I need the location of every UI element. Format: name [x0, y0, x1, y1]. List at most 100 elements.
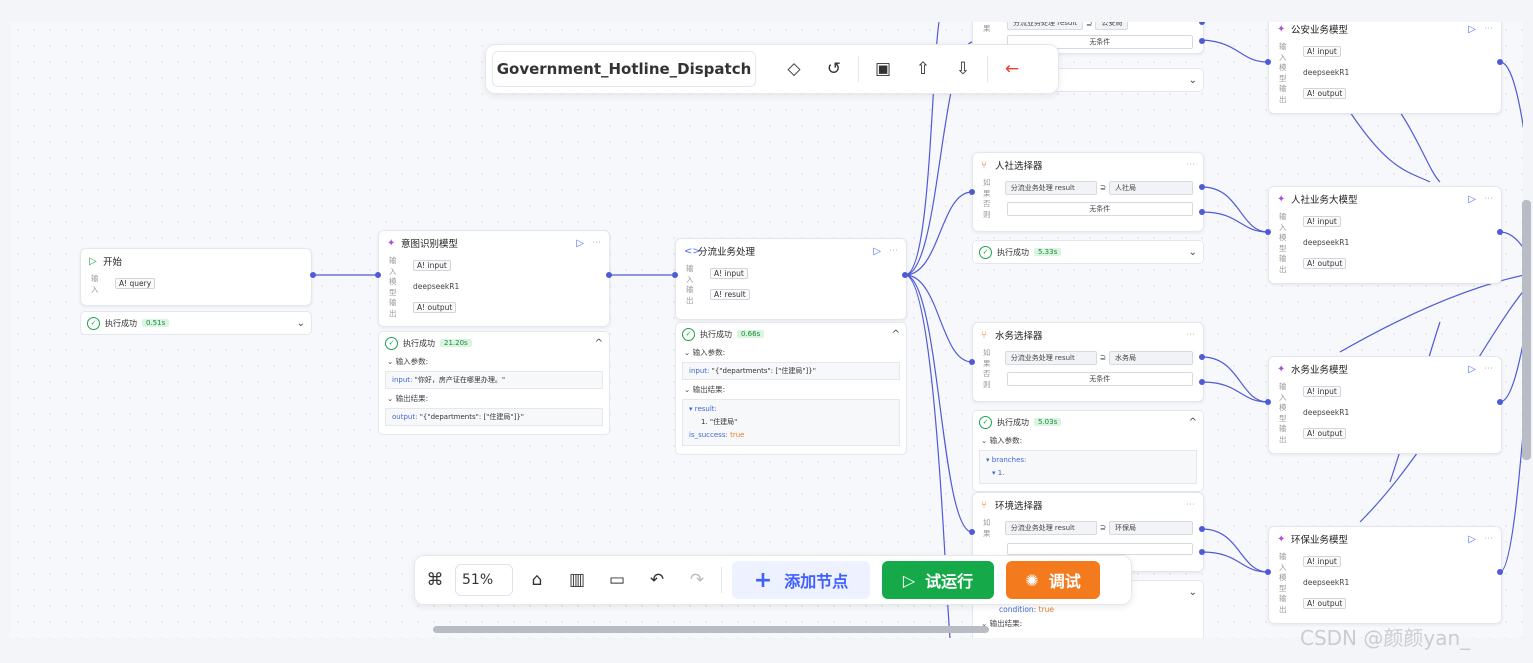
input-port[interactable] [1265, 59, 1271, 65]
output-port[interactable] [1199, 184, 1205, 190]
output-port[interactable] [1199, 354, 1205, 360]
output-port[interactable] [1199, 379, 1205, 385]
branch-icon: ⑂ [981, 329, 987, 341]
more-icon[interactable]: ⋯ [1484, 24, 1493, 34]
if-label: 如果 [983, 177, 991, 198]
water-selector-status[interactable]: ✓ 执行成功 5.03s ^ ⌄ 输入参数: ▾ branches: ▾ 1. [972, 410, 1204, 492]
condition-right[interactable]: 环保局 [1109, 520, 1193, 535]
dispatch-node[interactable]: <> 分流业务处理 ▷ ⋯ 输入 A! input 输出 A! result [675, 238, 907, 320]
output-port[interactable] [1199, 526, 1205, 532]
chevron-down-icon[interactable]: ⌄ [297, 318, 305, 329]
workflow-title[interactable]: Government_Hotline_Dispatch [492, 51, 756, 87]
hr-model-node[interactable]: ✦ 人社业务大模型 ▷ ⋯ 输入 A! input 模型 deepseekR1 输出 A! … [1268, 186, 1502, 284]
top-toolbar: Government_Hotline_Dispatch ◇ ↺ ▣ ⇧ ⇩ ← [485, 44, 1059, 94]
env-model-node[interactable]: ✦ 环保业务模型 ▷ ⋯ 输入 A! input 模型 deepseekR1 输出 A! o… [1268, 526, 1502, 624]
more-icon[interactable]: ⋯ [1484, 534, 1493, 544]
intent-status[interactable]: ✓ 执行成功 21.20s ^ ⌄ 输入参数: input: "你好，房产证在哪里办理… [378, 331, 610, 435]
minimap-icon[interactable]: ▥ [557, 570, 597, 590]
redo-icon[interactable]: ↷ [677, 570, 717, 590]
input-label: 输入 [1279, 551, 1287, 572]
condition-left[interactable]: 分流业务处理 result [1004, 520, 1097, 535]
more-icon[interactable]: ⋯ [592, 238, 601, 248]
input-port[interactable] [1265, 399, 1271, 405]
run-node-icon[interactable]: ▷ [576, 238, 584, 249]
more-icon[interactable]: ⋯ [1186, 330, 1195, 340]
input-port[interactable] [672, 272, 678, 278]
input-port[interactable] [969, 359, 975, 365]
else-value[interactable]: 无条件 [1006, 371, 1193, 386]
more-icon[interactable]: ⋯ [1484, 364, 1493, 374]
chevron-up-icon[interactable]: ^ [1189, 417, 1197, 428]
back-arrow-icon[interactable]: ← [992, 59, 1032, 79]
start-node[interactable]: ▷ 开始 输入 A! query [80, 248, 312, 306]
chevron-down-icon[interactable]: ⌄ [1189, 247, 1197, 258]
upload-icon[interactable]: ⇧ [903, 59, 943, 79]
chevron-up-icon[interactable]: ^ [595, 338, 603, 349]
success-icon: ✓ [979, 415, 992, 429]
run-node-icon[interactable]: ▷ [1468, 24, 1476, 35]
more-icon[interactable]: ⋯ [889, 246, 898, 256]
police-model-node[interactable]: ✦ 公安业务模型 ▷ ⋯ 输入 A! input 模型 deepseekR1 输出 A! o… [1268, 22, 1502, 114]
output-port[interactable] [1497, 569, 1503, 575]
condition-right[interactable]: 人社局 [1109, 180, 1193, 195]
output-port[interactable] [1497, 59, 1503, 65]
output-port[interactable] [1199, 549, 1205, 555]
try-run-button[interactable]: ▷ 试运行 [882, 561, 994, 599]
hr-selector-node[interactable]: ⑂ 人社选择器 ⋯ 如果 分流业务处理 result ⊇ 人社局 否则 无条件 [972, 152, 1204, 232]
run-node-icon[interactable]: ▷ [1468, 194, 1476, 205]
mouse-icon[interactable]: ⌂ [517, 570, 557, 590]
condition-left[interactable]: 分流业务处理 result [1004, 180, 1097, 195]
output-port[interactable] [902, 272, 908, 278]
output-label: 输出 [1279, 253, 1287, 274]
save-icon[interactable]: ▣ [863, 59, 903, 79]
output-param: output [1317, 429, 1343, 438]
zoom-level[interactable]: 51% [455, 564, 513, 596]
condition-left[interactable]: 分流业务处理 result [1004, 350, 1097, 365]
input-param: input [1317, 217, 1337, 226]
more-icon[interactable]: ⋯ [1186, 160, 1195, 170]
run-node-icon[interactable]: ▷ [1468, 364, 1476, 375]
vertical-scrollbar[interactable] [1522, 200, 1531, 460]
input-params-label: 输入参数: [989, 436, 1023, 445]
workflow-canvas[interactable]: ▷ 开始 输入 A! query ✓ 执行成功 0.51s ⌄ ✦ 意图识别模型 ▷ ⋯ 输入 A… [10, 22, 1523, 638]
history-icon[interactable]: ↺ [814, 59, 854, 79]
chevron-down-icon[interactable]: ⌄ [1189, 75, 1197, 86]
else-label: 否则 [983, 368, 991, 389]
input-port[interactable] [969, 189, 975, 195]
input-port[interactable] [1265, 569, 1271, 575]
else-value[interactable]: 无条件 [1006, 201, 1193, 216]
condition-right[interactable]: 水务局 [1109, 350, 1193, 365]
bug-icon: ✺ [1025, 570, 1039, 590]
undo-icon[interactable]: ↶ [637, 570, 677, 590]
water-model-node[interactable]: ✦ 水务业务模型 ▷ ⋯ 输入 A! input 模型 deepseekR1 输出 A! o… [1268, 356, 1502, 454]
else-value[interactable] [1006, 542, 1193, 555]
output-port[interactable] [1199, 209, 1205, 215]
dispatch-status[interactable]: ✓ 执行成功 0.66s ^ ⌄ 输入参数: input: "{"department… [675, 322, 907, 455]
chevron-up-icon[interactable]: ^ [892, 329, 900, 340]
tag-icon[interactable]: ◇ [774, 59, 814, 79]
comment-icon[interactable]: ▭ [597, 570, 637, 590]
more-icon[interactable]: ⋯ [1186, 500, 1195, 510]
hr-selector-status[interactable]: ✓ 执行成功 5.33s ⌄ [972, 240, 1204, 264]
output-port[interactable] [310, 272, 316, 278]
intent-node[interactable]: ✦ 意图识别模型 ▷ ⋯ 输入 A! input 模型 deepseekR1 输出 A! o… [378, 230, 610, 327]
debug-button[interactable]: ✺ 调试 [1006, 561, 1100, 599]
output-port[interactable] [1497, 399, 1503, 405]
download-icon[interactable]: ⇩ [943, 59, 983, 79]
input-port[interactable] [969, 529, 975, 535]
output-port[interactable] [606, 272, 612, 278]
horizontal-scrollbar[interactable] [433, 626, 989, 633]
more-icon[interactable]: ⋯ [1484, 194, 1493, 204]
duration-badge: 0.66s [737, 330, 765, 338]
input-port[interactable] [375, 272, 381, 278]
water-selector-node[interactable]: ⑂ 水务选择器 ⋯ 如果 分流业务处理 result ⊇ 水务局 否则 无条件 [972, 322, 1204, 402]
output-port[interactable] [1199, 38, 1205, 44]
run-node-icon[interactable]: ▷ [873, 246, 881, 257]
chevron-down-icon[interactable]: ⌄ [1189, 587, 1197, 598]
input-port[interactable] [1265, 229, 1271, 235]
start-status[interactable]: ✓ 执行成功 0.51s ⌄ [80, 311, 312, 335]
run-node-icon[interactable]: ▷ [1468, 534, 1476, 545]
output-port[interactable] [1497, 229, 1503, 235]
layout-icon[interactable]: ⌘ [415, 570, 455, 590]
add-node-button[interactable]: + 添加节点 [732, 561, 870, 599]
